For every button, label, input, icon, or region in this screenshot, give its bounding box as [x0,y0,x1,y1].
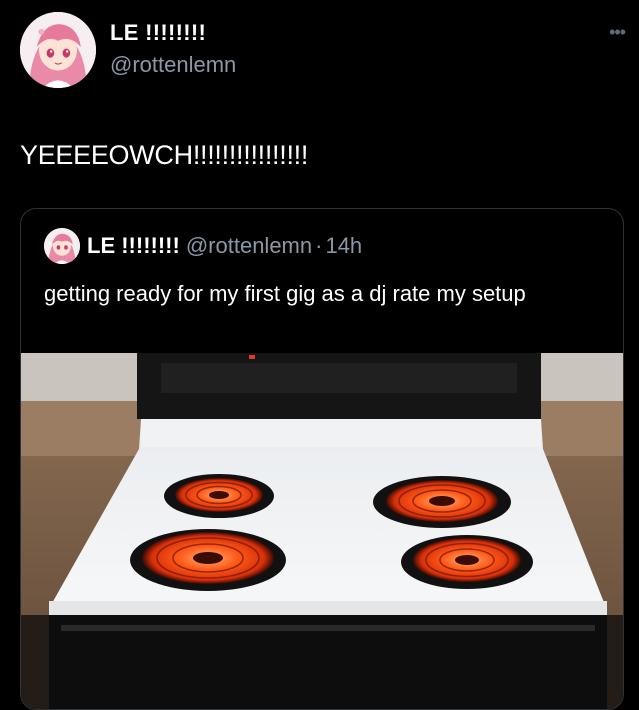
quoted-avatar[interactable] [44,228,80,264]
avatar[interactable] [20,12,96,88]
display-name[interactable]: LE !!!!!!!! [110,20,206,46]
anime-avatar-icon [44,228,80,264]
quoted-tweet-text: getting ready for my first gig as a dj r… [44,281,526,306]
quoted-user-handle[interactable]: @rottenlemn [186,233,312,258]
tweet-text: YEEEEOWCH!!!!!!!!!!!!!!!! [20,140,309,170]
quoted-timestamp[interactable]: 14h [325,233,362,258]
stove-photo[interactable] [21,353,623,709]
quoted-display-name[interactable]: LE !!!!!!!! [87,233,180,258]
more-dots-icon[interactable]: ••• [609,22,626,43]
anime-avatar-icon [20,12,96,88]
separator-dot: · [315,233,323,258]
quoted-tweet-card[interactable]: LE !!!!!!!! @rottenlemn · 14h getting ready… [20,208,624,710]
quoted-tweet-header: LE !!!!!!!! @rottenlemn · 14h [87,233,362,259]
user-handle[interactable]: @rottenlemn [110,52,236,78]
